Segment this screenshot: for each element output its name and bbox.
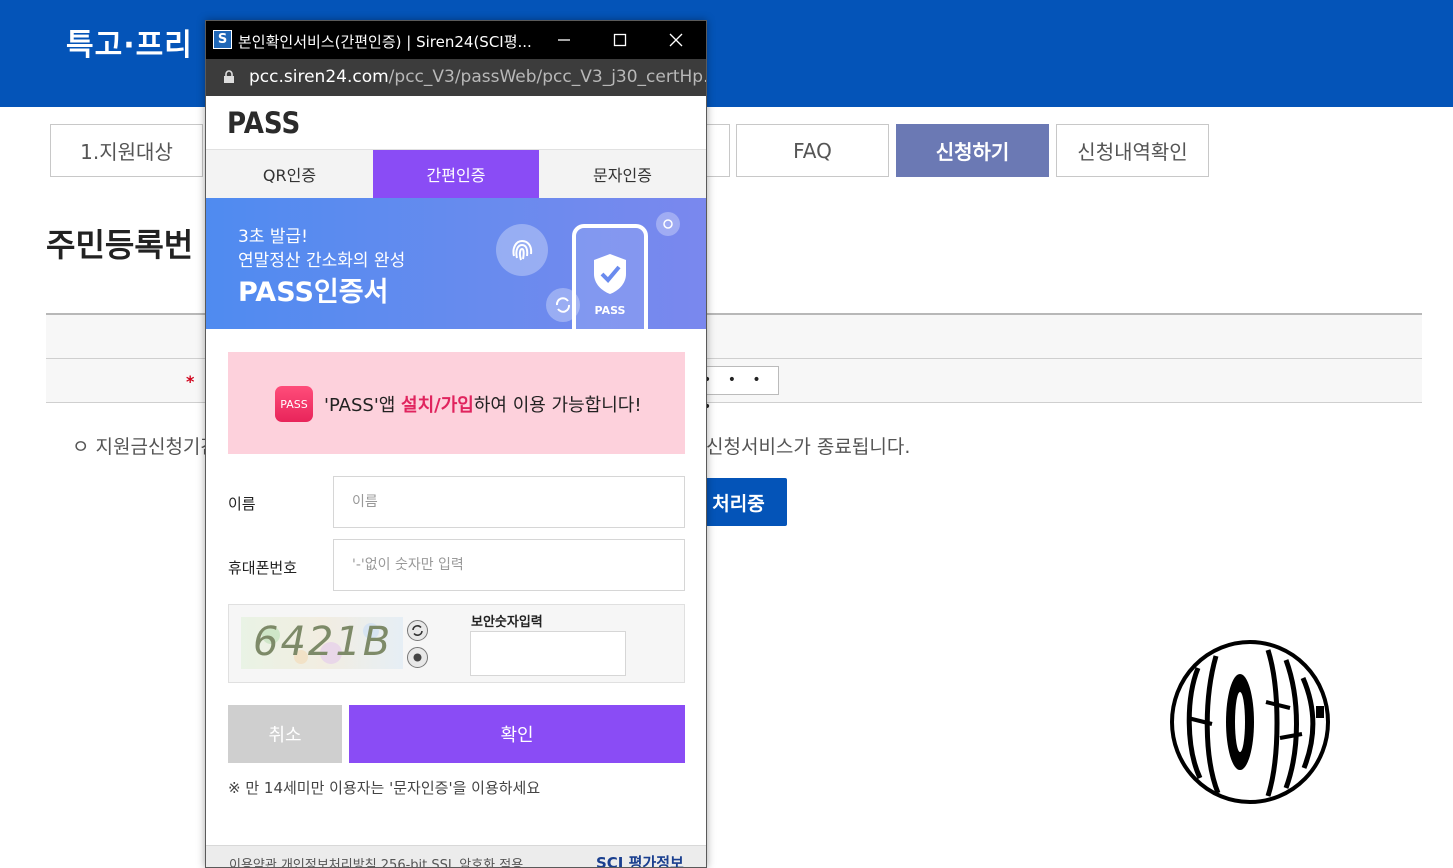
lock-icon — [224, 70, 234, 83]
nav-tab-faq[interactable]: FAQ — [736, 124, 889, 177]
url-text: pcc.siren24.com/pcc_V3/passWeb/pcc_V3_j3… — [249, 67, 707, 87]
window-title: 본인확인서비스(간편인증) | Siren24(SCI평... — [238, 33, 532, 51]
url-host: pcc.siren24.com — [249, 67, 389, 87]
stamp-drawing — [1170, 640, 1330, 804]
nav-tab-apply[interactable]: 신청하기 — [896, 124, 1049, 177]
banner-line2: 연말정산 간소화의 완성 — [238, 251, 406, 271]
minimize-icon — [558, 39, 570, 41]
maximize-icon — [613, 33, 627, 47]
age-notice: ※ 만 14세미만 이용자는 '문자인증'을 이용하세요 — [228, 779, 541, 797]
refresh-icon — [412, 625, 423, 636]
site-logo[interactable]: 특고·프리 — [66, 20, 193, 64]
nav-tab-target[interactable]: 1.지원대상 — [50, 124, 203, 177]
name-label: 이름 — [228, 495, 256, 513]
confirm-button[interactable]: 확인 — [349, 705, 685, 763]
pass-logo: PASS — [227, 106, 301, 140]
audio-captcha-button[interactable] — [407, 647, 428, 668]
install-prefix: 'PASS'앱 — [324, 395, 402, 416]
captcha-code: 6421B — [253, 619, 393, 665]
fingerprint-icon — [496, 224, 548, 276]
close-icon — [669, 33, 683, 47]
install-notice-text: 'PASS'앱 설치/가입하여 이용 가능합니다! — [324, 391, 642, 417]
shield-check-icon — [594, 254, 626, 294]
pass-app-icon: PASS — [275, 386, 313, 422]
notice-text: ㅇ 지원금신청기간 — [72, 436, 218, 458]
captcha-label: 보안숫자입력 — [471, 615, 543, 630]
name-input[interactable] — [333, 476, 685, 528]
speaker-icon — [413, 653, 422, 662]
identity-popup-window: S 본인확인서비스(간편인증) | Siren24(SCI평... pcc.si… — [205, 20, 707, 868]
minimize-button[interactable] — [536, 21, 592, 59]
app-icon: S — [213, 30, 232, 49]
footer-links[interactable]: 이용약관 개인정보처리방침 256-bit SSL 암호화 적용 — [229, 854, 523, 867]
page-title: 주민등록번 — [46, 226, 194, 264]
window-titlebar[interactable]: S 본인확인서비스(간편인증) | Siren24(SCI평... — [206, 21, 706, 59]
phone-illustration: PASS — [572, 224, 648, 329]
maximize-button[interactable] — [592, 21, 648, 59]
notice-text-end: 신청서비스가 종료됩니다. — [706, 436, 911, 458]
phone-label-text: 휴대폰번호 — [228, 559, 298, 577]
captcha-image: 6421B — [241, 617, 403, 669]
url-path: /pcc_V3/passWeb/pcc_V3_j30_certHp... — [388, 67, 707, 87]
banner-line3: PASS인증서 — [238, 277, 389, 308]
sci-logo: SCI 평가정보 — [596, 854, 684, 868]
install-notice: PASS 'PASS'앱 설치/가입하여 이용 가능합니다! — [228, 352, 685, 454]
install-suffix: 하여 이용 가능합니다! — [473, 395, 642, 416]
tab-simple-auth[interactable]: 간편인증 — [373, 150, 539, 198]
required-mark: * — [186, 372, 195, 391]
nav-tab-history[interactable]: 신청내역확인 — [1056, 124, 1209, 177]
refresh-captcha-button[interactable] — [407, 620, 428, 641]
nav-tab-hidden[interactable] — [706, 124, 730, 177]
popup-footer: 이용약관 개인정보처리방침 256-bit SSL 암호화 적용 SCI 평가정… — [206, 845, 706, 868]
address-bar[interactable]: pcc.siren24.com/pcc_V3/passWeb/pcc_V3_j3… — [206, 59, 706, 96]
install-emphasis[interactable]: 설치/가입 — [401, 395, 474, 416]
link-icon — [656, 212, 680, 236]
auth-method-tabs: QR인증 간편인증 문자인증 — [206, 149, 706, 198]
resident-number-input[interactable]: • • • • — [700, 366, 779, 415]
captcha-input[interactable] — [470, 631, 626, 676]
pass-certificate-banner[interactable]: 3초 발급! 연말정산 간소화의 완성 PASS인증서 PASS — [206, 198, 706, 329]
tab-qr-auth[interactable]: QR인증 — [206, 150, 373, 198]
phone-input[interactable] — [333, 539, 685, 591]
phone-label: PASS — [594, 304, 626, 317]
banner-line1: 3초 발급! — [238, 227, 308, 247]
tab-sms-auth[interactable]: 문자인증 — [539, 150, 706, 198]
cancel-button[interactable]: 취소 — [228, 705, 342, 763]
close-button[interactable] — [648, 21, 704, 59]
captcha-section: 6421B 보안숫자입력 — [228, 604, 685, 683]
